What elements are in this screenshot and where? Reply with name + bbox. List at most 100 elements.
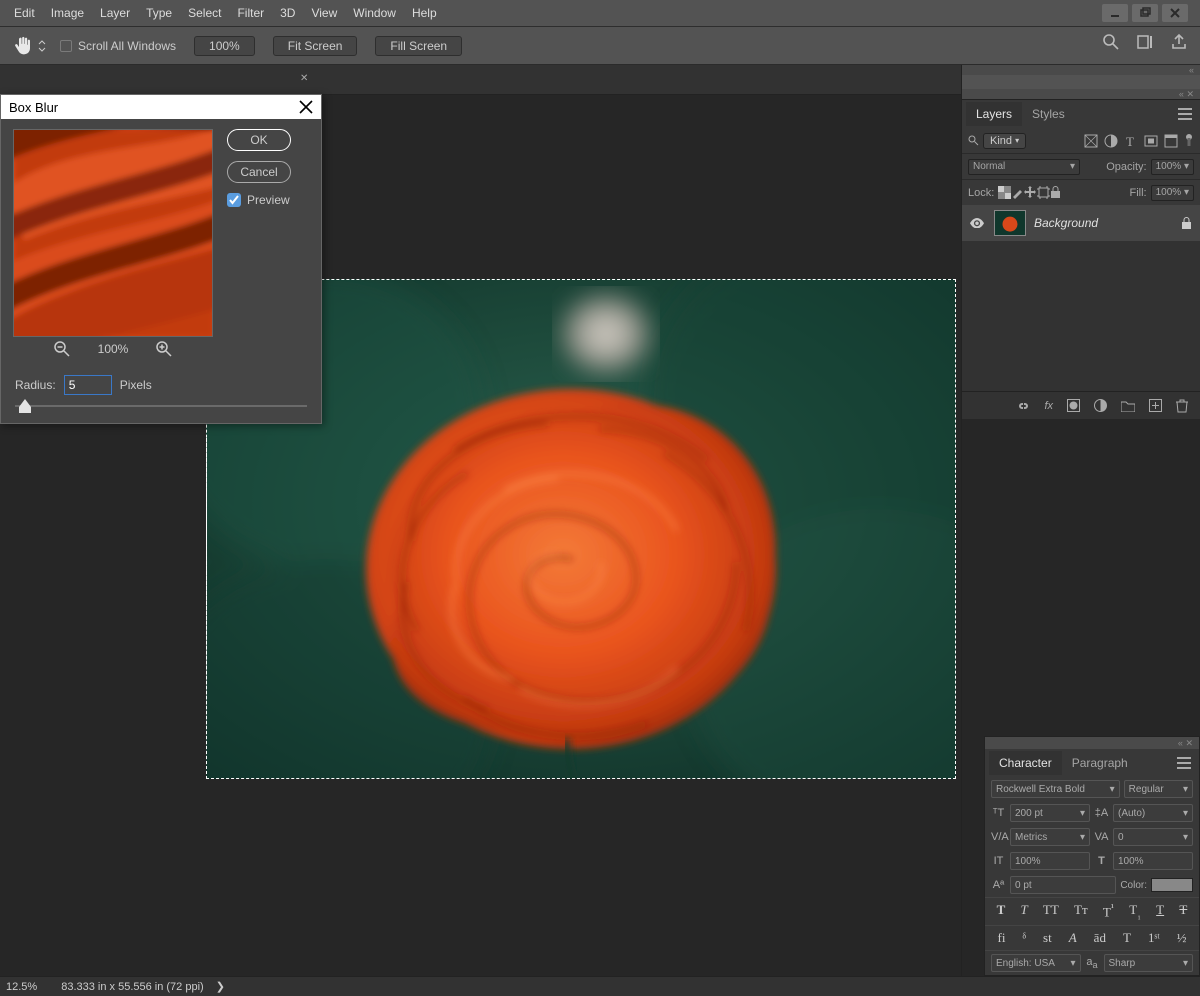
opentype-sigma-button[interactable]: ᵟ — [1022, 930, 1026, 946]
filter-pixel-icon[interactable] — [1084, 134, 1098, 148]
new-group-icon[interactable] — [1121, 400, 1135, 412]
panel-menu-icon[interactable] — [1178, 108, 1192, 120]
status-info-chevron-icon[interactable]: ❯ — [216, 980, 225, 993]
allcaps-button[interactable]: TT — [1043, 902, 1059, 921]
dialog-ok-button[interactable]: OK — [227, 129, 291, 151]
opentype-fraction-button[interactable]: ½ — [1177, 930, 1187, 946]
opentype-fi-button[interactable]: fi — [998, 930, 1006, 946]
fill-value[interactable]: 100% ▾ — [1151, 185, 1194, 201]
char-color-swatch[interactable] — [1151, 878, 1193, 892]
underline-button[interactable]: T — [1156, 902, 1164, 921]
opacity-value[interactable]: 100% ▾ — [1151, 159, 1194, 175]
hscale-field[interactable]: 100% — [1113, 852, 1193, 870]
smallcaps-button[interactable]: Tᴛ — [1074, 902, 1088, 921]
status-doc-info[interactable]: 83.333 in x 55.556 in (72 ppi) — [61, 981, 204, 993]
antialias-dropdown[interactable]: Sharp▾ — [1104, 954, 1194, 972]
lock-artboard-icon[interactable] — [1037, 186, 1050, 199]
lock-transparent-icon[interactable] — [998, 186, 1011, 199]
dialog-close-icon[interactable] — [299, 100, 313, 114]
layer-filter-kind-dropdown[interactable]: Kind ▾ — [983, 133, 1026, 149]
font-size-field[interactable]: 200 pt▾ — [1010, 804, 1090, 822]
scroll-all-windows-checkbox[interactable]: Scroll All Windows — [60, 39, 176, 53]
lock-all-icon[interactable] — [1050, 186, 1061, 199]
window-minimize-button[interactable] — [1102, 4, 1128, 22]
filter-adjust-icon[interactable] — [1104, 134, 1118, 148]
lock-brush-icon[interactable] — [1011, 186, 1024, 199]
link-layers-icon[interactable] — [1016, 400, 1030, 412]
baseline-field[interactable]: 0 pt — [1010, 876, 1116, 894]
font-weight-dropdown[interactable]: Regular▾ — [1124, 780, 1193, 798]
new-layer-icon[interactable] — [1149, 399, 1162, 412]
share-icon[interactable] — [1170, 33, 1188, 51]
tool-preset-dropdown-icon[interactable] — [38, 39, 46, 53]
document-tab-close-icon[interactable]: ✕ — [300, 73, 308, 84]
menu-3d[interactable]: 3D — [272, 0, 303, 27]
preview-zoom-out-icon[interactable] — [54, 341, 70, 357]
tab-layers[interactable]: Layers — [966, 102, 1022, 126]
menu-filter[interactable]: Filter — [229, 0, 272, 27]
filter-type-icon[interactable]: T — [1124, 134, 1138, 148]
new-adjustment-icon[interactable] — [1094, 399, 1107, 412]
leading-field[interactable]: (Auto)▾ — [1113, 804, 1193, 822]
dialog-cancel-button[interactable]: Cancel — [227, 161, 291, 183]
layer-visibility-icon[interactable] — [970, 218, 984, 229]
menu-layer[interactable]: Layer — [92, 0, 138, 27]
faux-bold-button[interactable]: T — [997, 902, 1006, 921]
dialog-preview-checkbox[interactable]: Preview — [227, 193, 299, 207]
menu-type[interactable]: Type — [138, 0, 180, 27]
fit-screen-button[interactable]: Fit Screen — [273, 36, 358, 56]
subscript-button[interactable]: T₁ — [1129, 902, 1141, 921]
slider-thumb-icon[interactable] — [19, 399, 31, 413]
superscript-button[interactable]: T¹ — [1103, 902, 1114, 921]
font-family-dropdown[interactable]: Rockwell Extra Bold▾ — [991, 780, 1120, 798]
opentype-st-button[interactable]: st — [1043, 930, 1052, 946]
faux-italic-button[interactable]: T — [1020, 902, 1027, 921]
radius-slider[interactable] — [1, 399, 321, 423]
box-blur-dialog[interactable]: Box Blur — [0, 94, 322, 424]
tab-character[interactable]: Character — [989, 751, 1062, 775]
menu-edit[interactable]: Edit — [6, 0, 43, 27]
filter-preview-thumbnail[interactable] — [13, 129, 213, 337]
kerning-field[interactable]: Metrics▾ — [1010, 828, 1090, 846]
dialog-titlebar[interactable]: Box Blur — [1, 95, 321, 119]
menu-select[interactable]: Select — [180, 0, 229, 27]
menu-help[interactable]: Help — [404, 0, 445, 27]
tab-paragraph[interactable]: Paragraph — [1062, 751, 1138, 775]
collapse-chevrons-icon[interactable]: « — [1189, 65, 1194, 75]
strikethrough-button[interactable]: T — [1179, 902, 1187, 921]
filter-shape-icon[interactable] — [1144, 134, 1158, 148]
layer-locked-icon[interactable] — [1181, 217, 1192, 230]
window-close-button[interactable] — [1162, 4, 1188, 22]
menu-image[interactable]: Image — [43, 0, 92, 27]
opentype-titling-button[interactable]: T — [1123, 930, 1131, 946]
blend-mode-dropdown[interactable]: Normal▾ — [968, 159, 1080, 175]
tracking-field[interactable]: 0▾ — [1113, 828, 1193, 846]
fill-screen-button[interactable]: Fill Screen — [375, 36, 462, 56]
status-zoom[interactable]: 12.5% — [6, 981, 37, 993]
radius-input[interactable] — [64, 375, 112, 395]
char-panel-menu-icon[interactable] — [1177, 757, 1191, 769]
opentype-ad-button[interactable]: ād — [1094, 930, 1106, 946]
filter-search-icon[interactable] — [968, 135, 979, 146]
tab-styles[interactable]: Styles — [1022, 102, 1075, 126]
opentype-swash-button[interactable]: A — [1069, 930, 1077, 946]
char-close-icon[interactable]: ✕ — [1185, 738, 1193, 749]
hand-tool-icon[interactable] — [10, 33, 36, 59]
layer-fx-icon[interactable]: fx — [1044, 400, 1053, 412]
lock-move-icon[interactable] — [1024, 186, 1037, 199]
opentype-ordinal-button[interactable]: 1ˢᵗ — [1148, 930, 1160, 946]
layer-name[interactable]: Background — [1034, 216, 1098, 230]
char-collapse-icon[interactable]: « — [1178, 738, 1183, 748]
add-mask-icon[interactable] — [1067, 399, 1080, 412]
menu-window[interactable]: Window — [345, 0, 404, 27]
delete-layer-icon[interactable] — [1176, 399, 1188, 413]
panel-close-icon[interactable]: ✕ — [1186, 89, 1194, 100]
language-dropdown[interactable]: English: USA▾ — [991, 954, 1081, 972]
collapse-chevrons2-icon[interactable]: « — [1179, 89, 1184, 99]
workspace-switcher-icon[interactable] — [1136, 33, 1154, 51]
window-restore-button[interactable] — [1132, 4, 1158, 22]
zoom-100-button[interactable]: 100% — [194, 36, 255, 56]
filter-smart-icon[interactable] — [1164, 134, 1178, 148]
search-icon[interactable] — [1102, 33, 1120, 51]
preview-zoom-in-icon[interactable] — [156, 341, 172, 357]
